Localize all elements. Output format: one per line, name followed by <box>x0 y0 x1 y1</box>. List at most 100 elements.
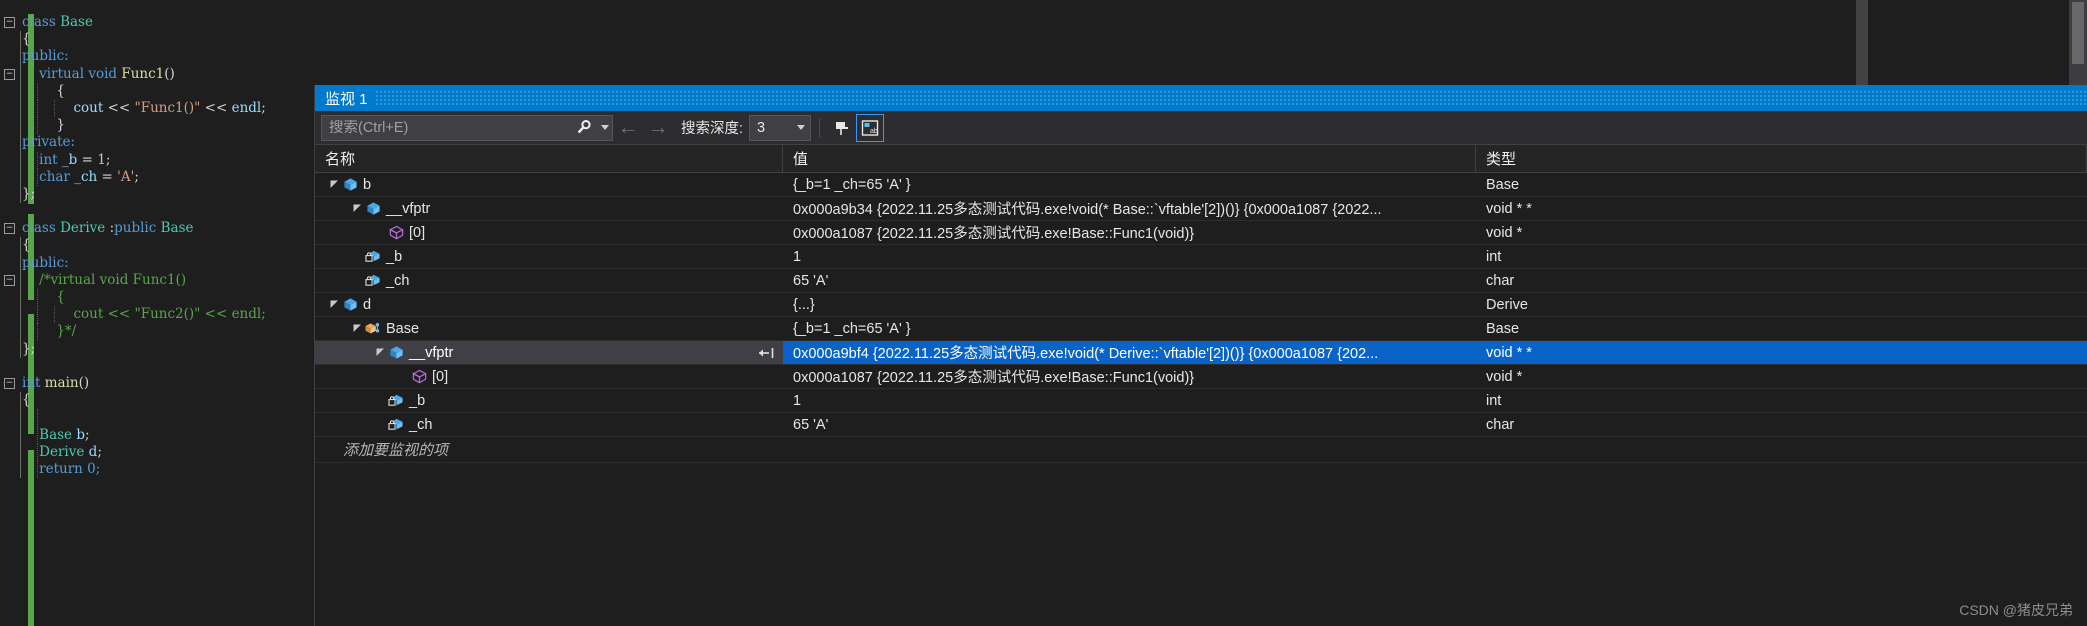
indent-guide <box>20 82 21 100</box>
outer-scrollbar[interactable] <box>1856 0 1868 85</box>
code-line[interactable]: { <box>0 289 314 307</box>
code-line[interactable]: − int main() <box>0 375 314 392</box>
search-depth-select[interactable]: 3 <box>749 114 812 141</box>
watch-row[interactable]: d {...} Derive <box>315 293 2087 317</box>
watch-row-value-cell[interactable]: 0x000a1087 {2022.11.25多态测试代码.exe!Base::F… <box>783 365 1476 388</box>
watch-row[interactable]: Base {_b=1 _ch=65 'A' } Base <box>315 317 2087 341</box>
hex-display-icon[interactable]: ab <box>856 113 885 142</box>
watch-row-name-cell[interactable]: _ch <box>315 269 783 292</box>
pin-icon[interactable] <box>758 346 775 360</box>
code-line[interactable]: private: <box>0 134 314 152</box>
search-box[interactable] <box>321 114 613 141</box>
expander-expanded-icon[interactable] <box>350 197 364 220</box>
fold-minus-icon[interactable]: − <box>4 223 15 235</box>
expander-expanded-icon[interactable] <box>350 317 364 340</box>
code-line[interactable]: { <box>0 31 314 49</box>
watch-row-name-cell[interactable]: [0] <box>315 365 783 388</box>
watch-row-name-cell[interactable]: _b <box>315 389 783 412</box>
watch-row-name-cell[interactable]: _b <box>315 245 783 268</box>
code-line[interactable]: }; <box>0 340 314 358</box>
fold-minus-icon[interactable]: − <box>4 274 15 286</box>
watch-row[interactable]: __vfptr 0x000a9b34 {2022.11.25多态测试代码.exe!… <box>315 197 2087 221</box>
grid-body[interactable]: b {_b=1 _ch=65 'A' } Base __vfptr 0x000a9b34… <box>315 173 2087 437</box>
code-line[interactable]: { <box>0 392 314 410</box>
watch-row[interactable]: __vfptr 0x000a9bf4 {2022.11.25多态测试代码.exe!… <box>315 341 2087 365</box>
code-line[interactable]: − class Base <box>0 14 314 31</box>
watch-row-name-cell[interactable]: __vfptr <box>315 197 783 220</box>
expander-expanded-icon[interactable] <box>373 341 387 364</box>
code-line[interactable]: Base b; <box>0 426 314 444</box>
pin-icon[interactable] <box>828 114 856 142</box>
code-line[interactable]: − virtual void Func1() <box>0 65 314 83</box>
watch-row-type-cell: int <box>1486 248 1502 265</box>
code-line[interactable]: − class Derive :public Base <box>0 220 314 237</box>
watch-row-value-cell[interactable]: 1 <box>783 245 1476 268</box>
code-line[interactable]: − /*virtual void Func1() <box>0 271 314 289</box>
editor-vertical-scrollbar[interactable] <box>2069 0 2087 85</box>
watch-row-value-cell[interactable]: 65 'A' <box>783 269 1476 292</box>
watch-grid[interactable]: 名称 值 类型 b {_b=1 _ch=65 'A' } Base __vfptr 0x… <box>315 145 2087 626</box>
watch-window-titlebar[interactable]: 监视 1 <box>315 85 2087 111</box>
search-options-chevron-down-icon[interactable] <box>597 116 612 140</box>
code-token: Derive <box>22 443 89 460</box>
magnifier-icon[interactable] <box>571 116 597 140</box>
code-lines[interactable]: − class Base{public: − virtual void Func1(… <box>0 14 314 479</box>
watch-row-name-cell[interactable]: b <box>315 173 783 196</box>
add-watch-row[interactable]: 添加要监视的项 <box>315 437 2087 463</box>
column-header-type[interactable]: 类型 <box>1476 145 2087 172</box>
code-line[interactable] <box>0 358 314 375</box>
fold-minus-icon[interactable]: − <box>4 377 15 389</box>
watch-row-value-cell[interactable]: {_b=1 _ch=65 'A' } <box>783 317 1476 340</box>
watch-row-name-cell[interactable]: d <box>315 293 783 316</box>
watch-row-value-cell[interactable]: 1 <box>783 389 1476 412</box>
code-token: ; <box>105 151 111 168</box>
watch-row-value-cell[interactable]: {_b=1 _ch=65 'A' } <box>783 173 1476 196</box>
watch-row[interactable]: b {_b=1 _ch=65 'A' } Base <box>315 173 2087 197</box>
code-line[interactable]: }*/ <box>0 323 314 341</box>
fold-minus-icon[interactable]: − <box>4 17 15 28</box>
code-line[interactable]: Derive d; <box>0 443 314 461</box>
column-header-value[interactable]: 值 <box>783 145 1476 172</box>
expander-expanded-icon[interactable] <box>327 173 341 196</box>
code-editor[interactable]: − class Base{public: − virtual void Func1(… <box>0 0 314 626</box>
code-line[interactable] <box>0 203 314 220</box>
add-watch-placeholder[interactable]: 添加要监视的项 <box>315 439 783 460</box>
watch-row[interactable]: [0] 0x000a1087 {2022.11.25多态测试代码.exe!Base… <box>315 221 2087 245</box>
watch-row-name-cell[interactable]: Base <box>315 317 783 340</box>
code-line[interactable]: cout << "Func2()" << endl; <box>0 306 314 324</box>
search-previous-arrow-left-icon[interactable]: ← <box>613 113 643 143</box>
watch-row-value-cell[interactable]: {...} <box>783 293 1476 316</box>
watch-row-name-cell[interactable]: __vfptr <box>315 341 783 364</box>
watch-row[interactable]: _b 1 int <box>315 389 2087 413</box>
column-header-name[interactable]: 名称 <box>315 145 783 172</box>
search-next-arrow-right-icon[interactable]: → <box>643 113 673 143</box>
code-line[interactable]: } <box>0 117 314 135</box>
expander-expanded-icon[interactable] <box>327 293 341 316</box>
watch-row-value-cell[interactable]: 0x000a9b34 {2022.11.25多态测试代码.exe!void(* … <box>783 197 1476 220</box>
code-line[interactable]: }; <box>0 185 314 204</box>
code-line[interactable]: public: <box>0 48 314 66</box>
watch-row-name-cell[interactable]: [0] <box>315 221 783 244</box>
watch-row-value-cell[interactable]: 0x000a9bf4 {2022.11.25多态测试代码.exe!void(* … <box>783 341 1476 364</box>
search-input[interactable] <box>322 119 571 136</box>
watch-row[interactable]: [0] 0x000a1087 {2022.11.25多态测试代码.exe!Base… <box>315 365 2087 389</box>
code-line[interactable]: char _ch = 'A'; <box>0 168 314 186</box>
code-line[interactable]: { <box>0 237 314 255</box>
watermark: CSDN @猪皮兄弟 <box>1959 602 2073 618</box>
watch-row-value-cell[interactable]: 65 'A' <box>783 413 1476 436</box>
watch-row[interactable]: _ch 65 'A' char <box>315 269 2087 293</box>
chevron-down-icon[interactable] <box>797 125 806 130</box>
code-line[interactable]: public: <box>0 254 314 272</box>
code-line[interactable]: return 0; <box>0 460 314 479</box>
expander-placeholder <box>373 389 387 412</box>
code-line[interactable] <box>0 409 314 427</box>
watch-row[interactable]: _b 1 int <box>315 245 2087 269</box>
code-line[interactable]: cout << "Func1()" << endl; <box>0 99 314 118</box>
code-line[interactable]: { <box>0 82 314 100</box>
watch-row-name-cell[interactable]: _ch <box>315 413 783 436</box>
fold-minus-icon[interactable]: − <box>4 68 15 80</box>
code-line[interactable]: int _b = 1; <box>0 151 314 169</box>
watch-row-value-cell[interactable]: 0x000a1087 {2022.11.25多态测试代码.exe!Base::F… <box>783 221 1476 244</box>
watch-row[interactable]: _ch 65 'A' char <box>315 413 2087 437</box>
scrollbar-thumb[interactable] <box>2072 2 2084 64</box>
